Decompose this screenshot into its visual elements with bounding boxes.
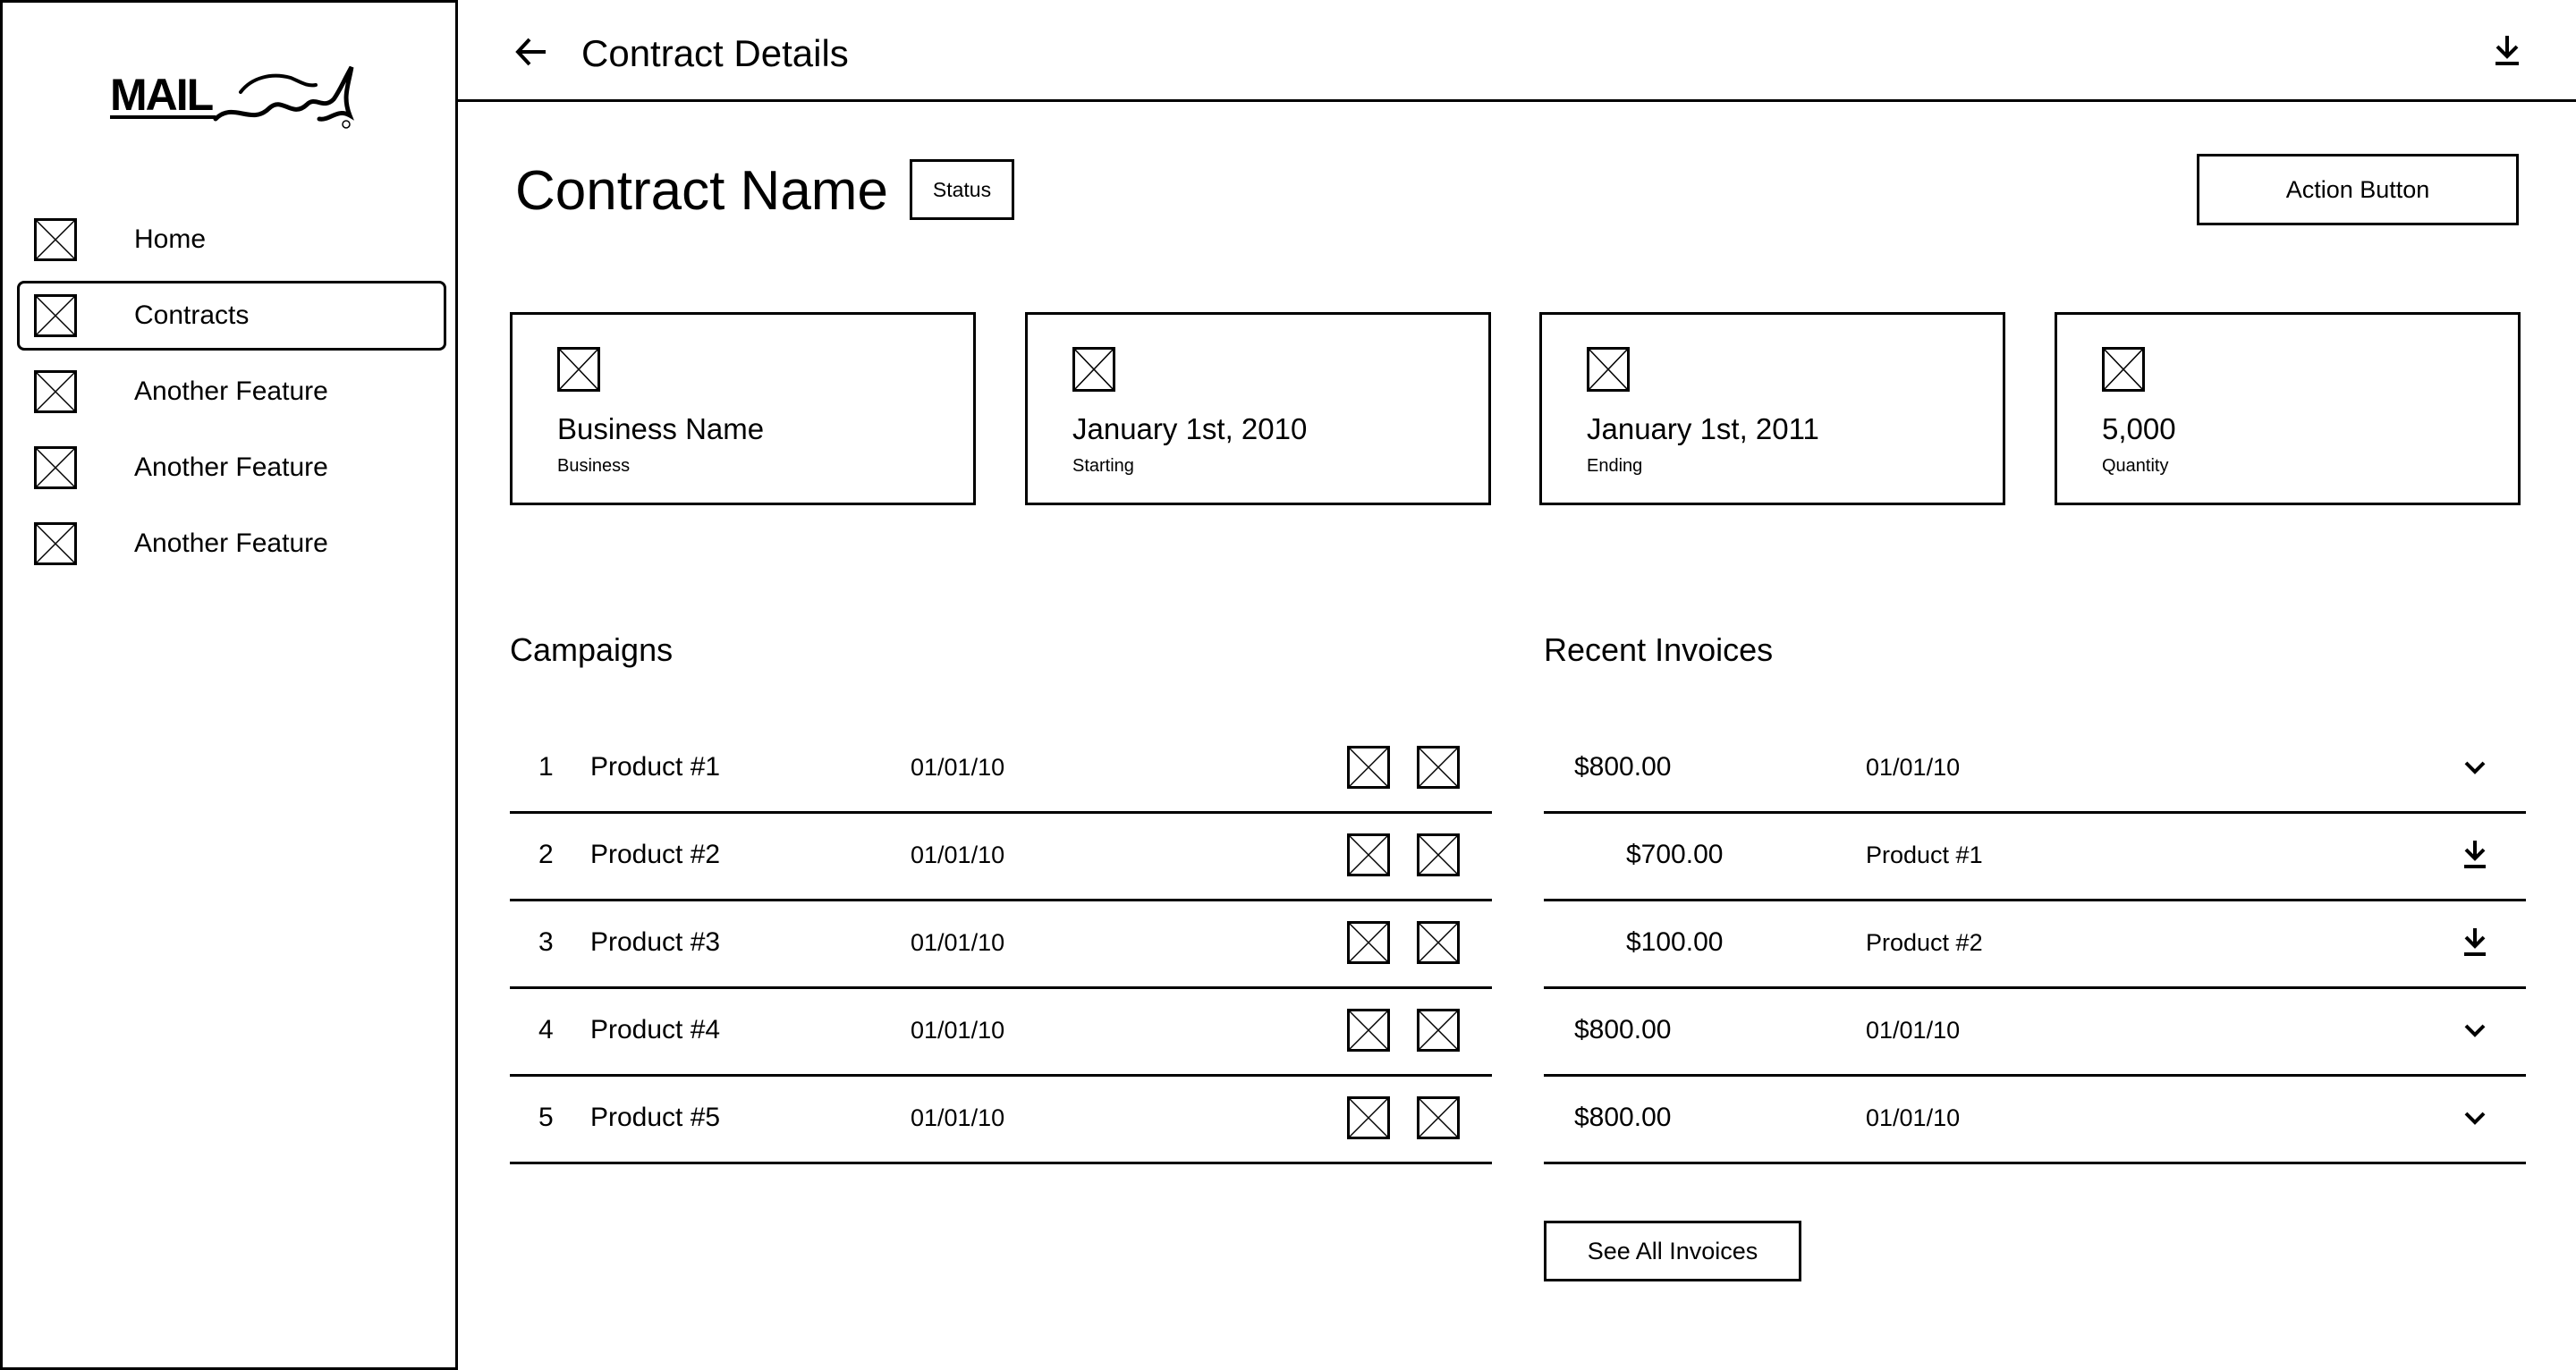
business-card: Business Name Business [510, 312, 976, 505]
action-button[interactable]: Action Button [2197, 154, 2519, 225]
row-number: 3 [538, 927, 554, 957]
card-value: January 1st, 2010 [1072, 412, 1308, 445]
card-value: January 1st, 2011 [1587, 412, 1819, 445]
download-icon[interactable] [2462, 926, 2488, 959]
placeholder-x-icon[interactable] [1417, 921, 1460, 964]
download-icon[interactable] [2462, 839, 2488, 871]
placeholder-x-icon[interactable] [1347, 746, 1390, 789]
row-number: 1 [538, 752, 554, 782]
sidebar-item-contracts[interactable]: Contracts [17, 281, 446, 351]
sidebar-item-another-feature[interactable]: Another Feature [17, 509, 446, 579]
campaign-row[interactable]: 3 Product #3 01/01/10 [510, 901, 1492, 989]
card-value: Business Name [557, 412, 765, 445]
placeholder-x-icon[interactable] [1417, 1009, 1460, 1052]
sidebar-item-label: Another Feature [134, 452, 328, 482]
page-title: Contract Name [515, 160, 888, 222]
card-label: Quantity [2102, 456, 2169, 476]
chevron-down-icon[interactable] [2462, 757, 2488, 778]
campaign-row[interactable]: 2 Product #2 01/01/10 [510, 814, 1492, 901]
status-badge: Status [910, 159, 1014, 220]
product-name: Product #1 [590, 752, 721, 782]
placeholder-x-icon[interactable] [1417, 746, 1460, 789]
invoice-amount: $700.00 [1626, 840, 1724, 869]
ending-card: January 1st, 2011 Ending [1539, 312, 2005, 505]
campaign-date: 01/01/10 [911, 929, 1005, 956]
placeholder-x-icon [2102, 347, 2145, 392]
sidebar-item-label: Another Feature [134, 529, 328, 558]
see-all-invoices-label: See All Invoices [1587, 1238, 1758, 1264]
product-name: Product #5 [590, 1103, 721, 1132]
starting-card: January 1st, 2010 Starting [1025, 312, 1491, 505]
svg-text:MAIL: MAIL [110, 70, 213, 120]
campaign-row[interactable]: 4 Product #4 01/01/10 [510, 989, 1492, 1077]
invoice-amount: $800.00 [1574, 1015, 1672, 1044]
product-name: Product #3 [590, 927, 721, 957]
invoice-row[interactable]: $800.00 01/01/10 [1544, 989, 2526, 1077]
product-name: Product #4 [590, 1015, 721, 1044]
card-label: Starting [1072, 456, 1134, 476]
row-number: 5 [538, 1103, 554, 1132]
campaign-date: 01/01/10 [911, 1104, 1005, 1131]
invoice-product: Product #2 [1866, 929, 1983, 956]
sidebar-item-another-feature[interactable]: Another Feature [17, 357, 446, 427]
top-bar: Contract Details [458, 0, 2576, 102]
campaign-date: 01/01/10 [911, 1017, 1005, 1044]
invoice-amount: $800.00 [1574, 752, 1672, 782]
invoice-date: 01/01/10 [1866, 1017, 1961, 1044]
placeholder-x-icon [557, 347, 600, 392]
invoice-date: 01/01/10 [1866, 754, 1961, 781]
placeholder-x-icon[interactable] [1417, 833, 1460, 876]
invoice-amount: $100.00 [1626, 927, 1724, 957]
sidebar: MAIL Home Contracts Another Feature Anot… [0, 0, 458, 1370]
placeholder-x-icon[interactable] [1347, 921, 1390, 964]
header-title: Contract Details [581, 32, 849, 74]
invoice-row[interactable]: $800.00 01/01/10 [1544, 726, 2526, 814]
card-value: 5,000 [2102, 412, 2176, 445]
placeholder-x-icon[interactable] [1347, 1009, 1390, 1052]
placeholder-x-icon [1587, 347, 1630, 392]
status-label: Status [932, 178, 992, 201]
card-label: Business [557, 456, 631, 476]
campaign-row[interactable]: 5 Product #5 01/01/10 [510, 1077, 1492, 1164]
placeholder-x-icon[interactable] [1417, 1096, 1460, 1139]
placeholder-x-icon [1072, 347, 1115, 392]
campaign-date: 01/01/10 [911, 841, 1005, 868]
sidebar-item-label: Another Feature [134, 376, 328, 406]
campaign-row[interactable]: 1 Product #1 01/01/10 [510, 726, 1492, 814]
sidebar-item-home[interactable]: Home [17, 205, 446, 275]
invoice-row[interactable]: $100.00 Product #2 [1544, 901, 2526, 989]
placeholder-x-icon[interactable] [1347, 1096, 1390, 1139]
row-number: 4 [538, 1015, 554, 1044]
placeholder-x-icon [34, 370, 77, 413]
download-icon[interactable] [2492, 34, 2522, 68]
placeholder-x-icon [34, 294, 77, 337]
invoice-row[interactable]: $700.00 Product #1 [1544, 814, 2526, 901]
invoice-row[interactable]: $800.00 01/01/10 [1544, 1077, 2526, 1164]
placeholder-x-icon [34, 446, 77, 489]
chevron-down-icon[interactable] [2462, 1107, 2488, 1129]
campaigns-heading: Campaigns [510, 631, 674, 668]
card-label: Ending [1587, 456, 1643, 476]
sidebar-item-label: Contracts [134, 300, 250, 330]
action-button-label: Action Button [2285, 176, 2430, 203]
arrow-left-icon[interactable] [513, 34, 549, 70]
row-number: 2 [538, 840, 554, 869]
product-name: Product #2 [590, 840, 721, 869]
sidebar-item-label: Home [134, 224, 207, 254]
chevron-down-icon[interactable] [2462, 1019, 2488, 1041]
invoices-heading: Recent Invoices [1544, 631, 1774, 668]
invoice-date: 01/01/10 [1866, 1104, 1961, 1131]
placeholder-x-icon[interactable] [1347, 833, 1390, 876]
sidebar-item-another-feature[interactable]: Another Feature [17, 433, 446, 503]
placeholder-x-icon [34, 522, 77, 565]
placeholder-x-icon [34, 218, 77, 261]
invoice-product: Product #1 [1866, 841, 1983, 868]
mailshark-logo: MAIL [108, 56, 359, 137]
campaign-date: 01/01/10 [911, 754, 1005, 781]
invoice-amount: $800.00 [1574, 1103, 1672, 1132]
see-all-invoices-button[interactable]: See All Invoices [1544, 1221, 1801, 1281]
quantity-card: 5,000 Quantity [2055, 312, 2521, 505]
